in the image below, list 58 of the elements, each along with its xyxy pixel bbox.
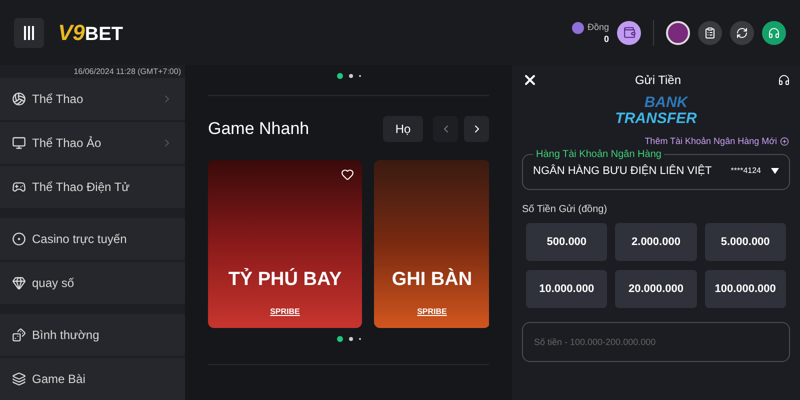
caret-icon xyxy=(771,168,779,174)
clipboard-icon xyxy=(704,26,716,38)
amount-option[interactable]: 100.000.000 xyxy=(704,270,786,308)
plus-icon[interactable] xyxy=(780,137,789,146)
sidebar-item[interactable]: quay số xyxy=(0,262,185,304)
bank-transfer-logo: BANK TRANSFER xyxy=(615,95,697,127)
clipboard-button[interactable] xyxy=(698,20,722,44)
sidebar-item[interactable]: Bình thường xyxy=(0,314,185,356)
panel-title: Gửi Tiền xyxy=(634,72,682,89)
datetime: 16/06/2024 11:28 (GMT+7:00) xyxy=(72,66,182,78)
headphones-icon[interactable] xyxy=(778,74,790,86)
layers-icon xyxy=(12,372,26,386)
heart-icon[interactable] xyxy=(341,168,354,181)
sidebar-item[interactable]: Thể Thao xyxy=(0,78,185,120)
game-card[interactable]: GHI BÀN SPRIBE xyxy=(374,160,489,328)
amount-option[interactable]: 2.000.000 xyxy=(615,223,697,261)
menu-button[interactable] xyxy=(14,18,44,48)
ball-icon xyxy=(12,92,26,106)
amount-input[interactable]: Số tiền - 100.000-200.000.000 xyxy=(522,322,790,362)
balance-amount: 0 xyxy=(604,32,609,44)
amount-option[interactable]: 20.000.000 xyxy=(615,270,697,308)
avatar[interactable] xyxy=(666,20,690,44)
refresh-button[interactable] xyxy=(730,20,754,44)
sidebar-item[interactable]: Game Bài xyxy=(0,358,185,400)
logo[interactable]: V9BET xyxy=(58,22,123,44)
amount-option[interactable]: 5.000.000 xyxy=(704,223,786,261)
wallet-icon xyxy=(622,26,636,39)
provider-link[interactable]: SPRIBE xyxy=(417,306,447,318)
refresh-icon xyxy=(736,26,748,38)
provider-link[interactable]: SPRIBE xyxy=(270,306,300,318)
close-icon[interactable] xyxy=(522,72,538,88)
sidebar-item[interactable]: Casino trực tuyến xyxy=(0,218,185,260)
amount-option[interactable]: 10.000.000 xyxy=(526,270,608,308)
field-label: Hàng Tài Khoản Ngân Hàng xyxy=(535,148,662,160)
game-card[interactable]: TỶ PHÚ BAY SPRIBE xyxy=(208,160,362,328)
support-button[interactable] xyxy=(762,20,786,44)
chip-icon xyxy=(12,232,26,246)
add-account-link[interactable]: Thêm Tài Khoản Ngân Hàng Mới xyxy=(644,135,777,148)
game-title: GHI BÀN xyxy=(392,267,472,292)
filter-button[interactable]: Họ xyxy=(383,116,423,142)
bank-select[interactable]: Hàng Tài Khoản Ngân Hàng NGÂN HÀNG BƯU ĐIỆN LIÊN VIỆT ****4124 xyxy=(522,148,790,190)
amount-label: Số Tiền Gửi (đồng) xyxy=(522,203,608,217)
wallet-button[interactable] xyxy=(617,20,641,44)
headphones-icon xyxy=(768,26,780,38)
currency-label: Đồng xyxy=(587,20,609,32)
account-number: ****4124 xyxy=(730,164,761,177)
coin-icon xyxy=(572,22,584,34)
game-title: TỶ PHÚ BAY xyxy=(228,267,342,292)
monitor-icon xyxy=(12,136,26,150)
diamond-icon xyxy=(12,276,26,290)
bank-name: NGÂN HÀNG BƯU ĐIỆN LIÊN VIỆT xyxy=(533,163,712,178)
dice-icon xyxy=(12,328,26,342)
amount-option[interactable]: 500.000 xyxy=(526,223,608,261)
section-title: Game Nhanh xyxy=(208,118,310,140)
gamepad-icon xyxy=(12,180,26,194)
sidebar-item[interactable]: Thể Thao Điện Tử xyxy=(0,166,185,208)
menu-icon xyxy=(24,26,34,40)
sidebar-item[interactable]: Thể Thao Ảo xyxy=(0,122,185,164)
